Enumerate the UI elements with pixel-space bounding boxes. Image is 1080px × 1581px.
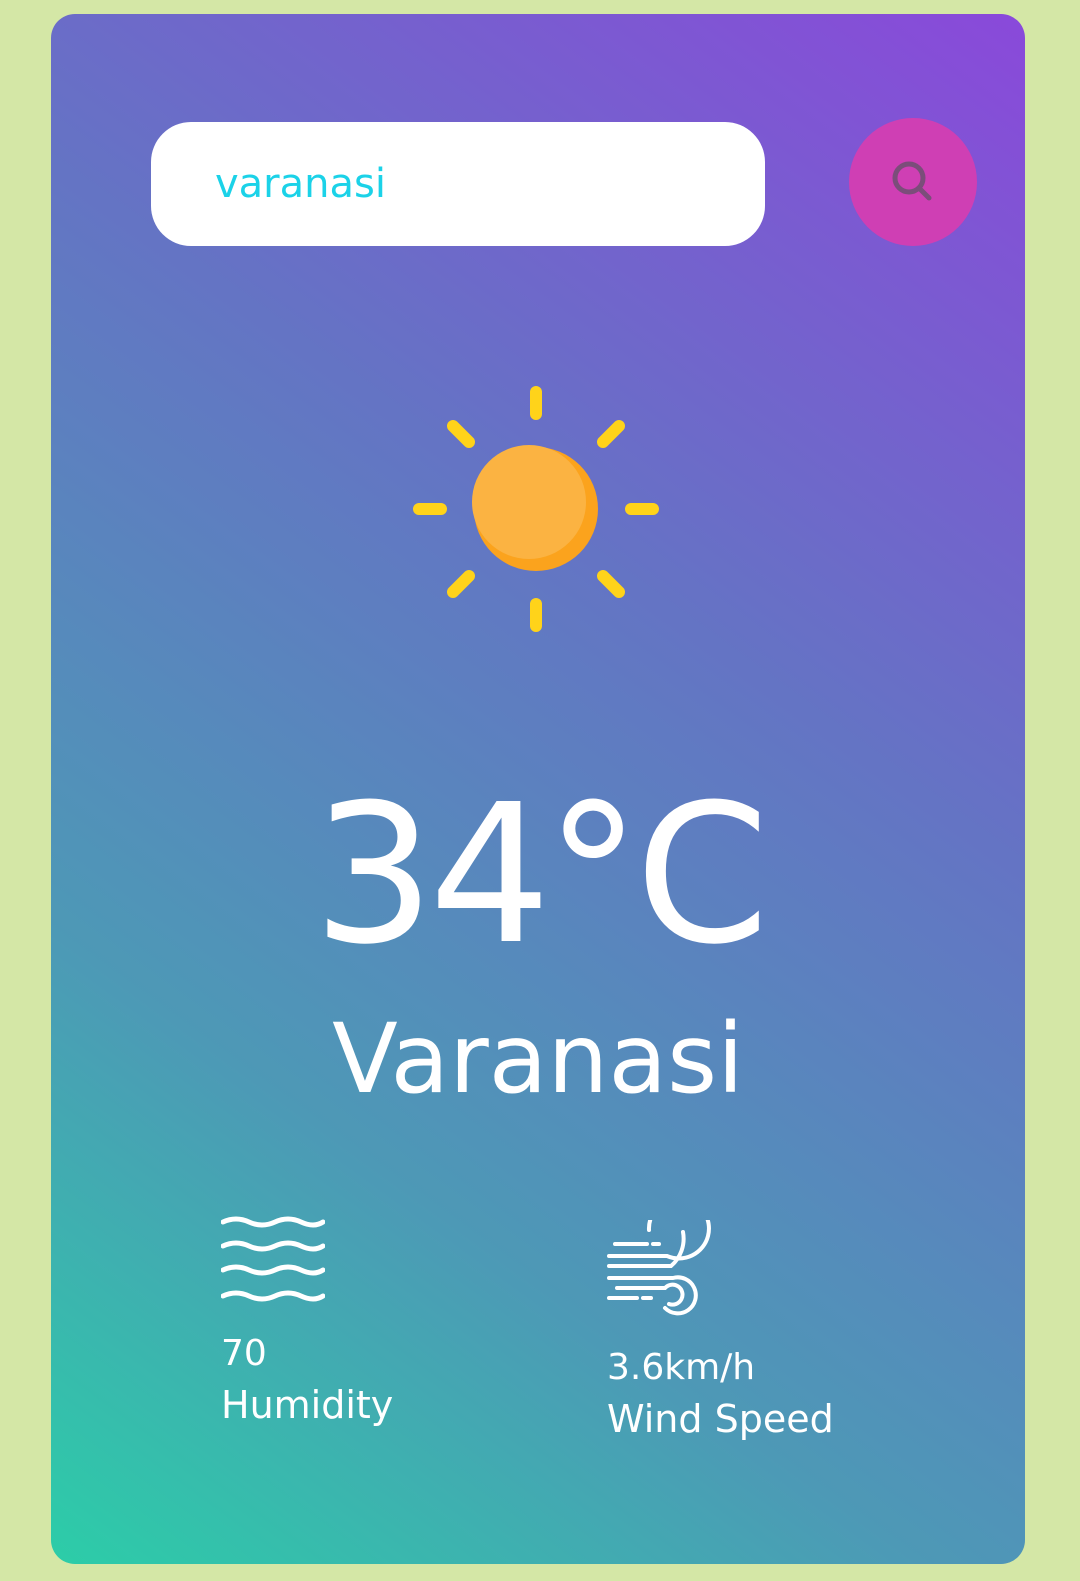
humidity-label: Humidity	[221, 1383, 394, 1427]
humidity-panel: 70 Humidity	[221, 1216, 521, 1434]
search-icon	[892, 161, 932, 201]
humidity-waves-icon	[221, 1216, 325, 1302]
search-input[interactable]	[151, 122, 765, 246]
search-button[interactable]	[849, 118, 977, 246]
humidity-value: 70	[221, 1333, 267, 1374]
wind-value: 3.6km/h	[607, 1347, 756, 1388]
city-name: Varanasi	[332, 1003, 744, 1115]
wind-panel: 3.6km/h Wind Speed	[607, 1220, 947, 1448]
wind-icon	[607, 1220, 711, 1316]
weather-card: 34°C Varanasi 70 Humidity	[51, 14, 1025, 1564]
sun-icon	[413, 386, 659, 632]
wind-label: Wind Speed	[607, 1397, 834, 1441]
search-bar	[151, 118, 977, 246]
temperature: 34°C	[312, 764, 769, 987]
